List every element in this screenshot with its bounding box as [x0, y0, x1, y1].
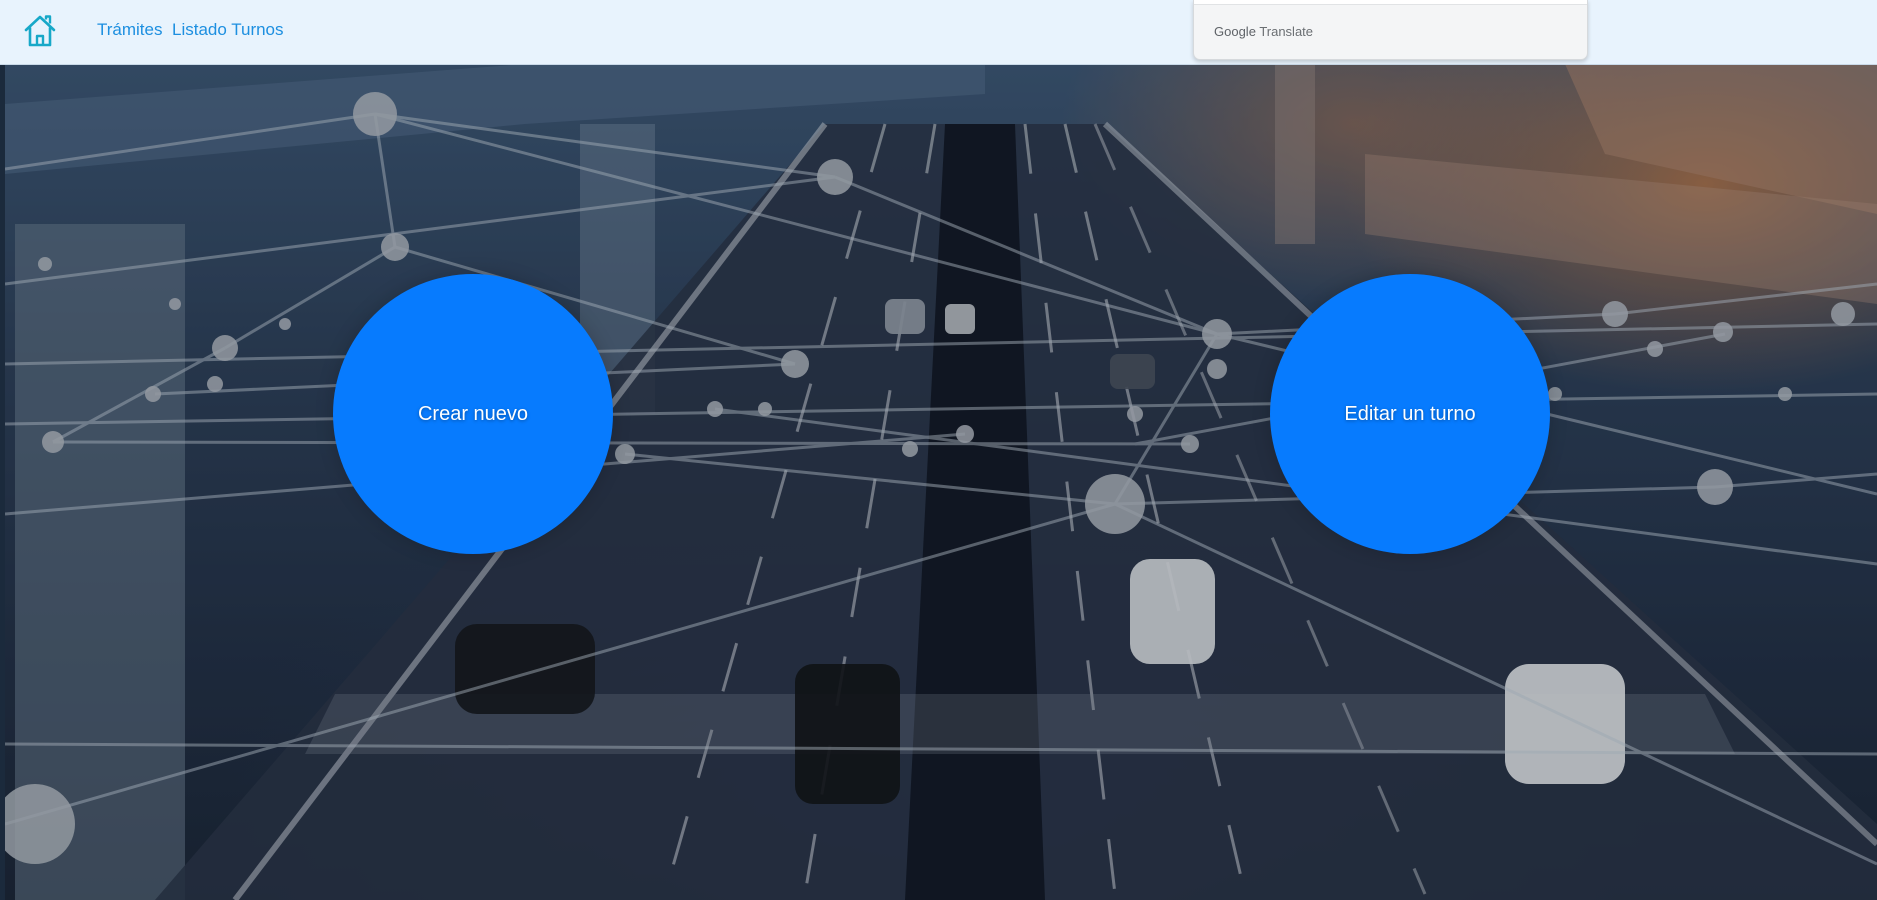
translate-label: Translate — [1259, 24, 1314, 39]
nav-link-listado-turnos[interactable]: Listado Turnos — [172, 20, 284, 40]
translate-select-strip[interactable] — [1194, 0, 1587, 5]
home-icon — [24, 15, 56, 47]
google-translate-link[interactable]: Google Translate — [1214, 24, 1313, 39]
highway-network-illustration — [5, 64, 1877, 900]
top-navbar: Trámites Listado Turnos — [0, 0, 1877, 65]
nav-link-tramites[interactable]: Trámites — [97, 20, 163, 40]
home-button[interactable] — [22, 13, 58, 49]
editar-turno-button[interactable]: Editar un turno — [1270, 274, 1550, 554]
crear-nuevo-button[interactable]: Crear nuevo — [333, 274, 613, 554]
google-translate-panel: Google Translate — [1193, 0, 1588, 60]
google-logo-text: Google — [1214, 24, 1256, 39]
hero-background-image — [5, 64, 1877, 900]
